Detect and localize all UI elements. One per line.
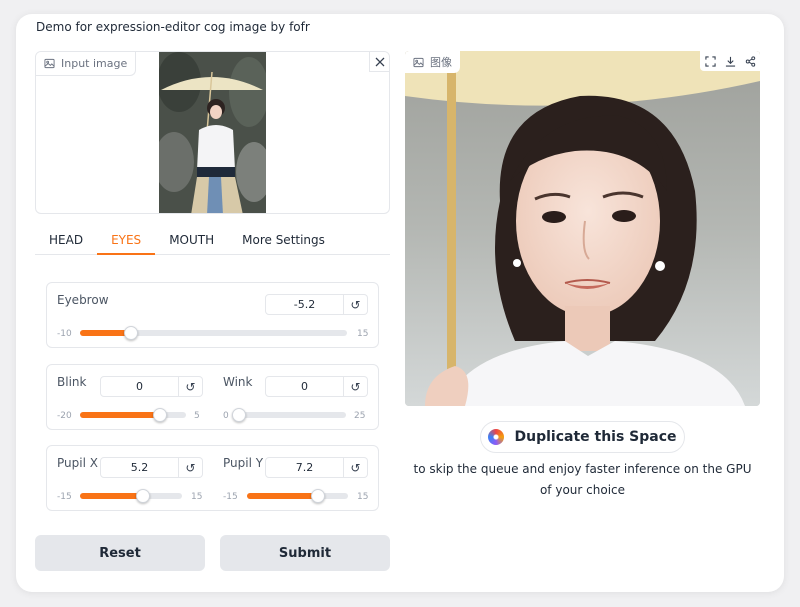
woman-umbrella-thumbnail	[159, 52, 266, 213]
pupil-x-number-input[interactable]: 5.2	[100, 457, 179, 478]
reset-button[interactable]: Reset	[35, 535, 205, 571]
pupil-x-max-label: 15	[191, 492, 203, 502]
close-icon	[375, 57, 384, 66]
pupil-y-label: Pupil Y	[223, 456, 264, 470]
reset-icon: ↺	[185, 460, 196, 475]
clear-image-button[interactable]	[369, 52, 389, 72]
blink-label: Blink	[57, 375, 87, 389]
reset-icon: ↺	[185, 379, 196, 394]
eyebrow-reset-button[interactable]: ↺	[344, 294, 368, 315]
tab-bar: HEAD EYES MOUTH More Settings	[35, 228, 390, 255]
input-image-label: Input image	[36, 52, 137, 76]
pupil-y-min-label: -15	[223, 492, 238, 502]
pupil-x-label: Pupil X	[57, 456, 98, 470]
output-toolbar	[700, 51, 760, 71]
blink-wink-group: Blink 0 ↺ -20 5 Wink 0 ↺ 0 25	[46, 364, 379, 430]
download-button[interactable]	[720, 51, 740, 71]
pupil-y-slider-track[interactable]	[247, 489, 348, 503]
fullscreen-button[interactable]	[700, 51, 720, 71]
wink-reset-button[interactable]: ↺	[344, 376, 368, 397]
input-image-label-text: Input image	[61, 57, 128, 70]
share-icon	[745, 55, 755, 67]
wink-number-input[interactable]: 0	[265, 376, 344, 397]
reset-icon: ↺	[350, 379, 361, 394]
pupil-group: Pupil X 5.2 ↺ -15 15 Pupil Y 7.2 ↺ -15 1…	[46, 445, 379, 511]
pupil-x-slider-thumb[interactable]	[136, 489, 151, 503]
duplicate-space-button[interactable]: Duplicate this Space	[480, 421, 685, 453]
wink-label: Wink	[223, 375, 253, 389]
pupil-x-min-label: -15	[57, 492, 72, 502]
eyebrow-label: Eyebrow	[57, 293, 109, 307]
tab-more-settings[interactable]: More Settings	[228, 228, 339, 255]
tab-head[interactable]: HEAD	[35, 228, 97, 255]
woman-portrait-photo	[405, 51, 760, 406]
pupil-y-slider-thumb[interactable]	[310, 489, 325, 503]
output-image-label: 图像	[405, 51, 460, 73]
wink-slider-track[interactable]	[232, 408, 346, 422]
duplicate-space-icon	[488, 429, 505, 445]
duplicate-space-description: to skip the queue and enjoy faster infer…	[413, 462, 752, 497]
eyebrow-min-label: -10	[57, 329, 72, 339]
blink-slider-thumb[interactable]	[152, 408, 167, 422]
duplicate-space-label: Duplicate this Space	[514, 429, 677, 445]
eyebrow-group: Eyebrow -5.2 ↺ -10 15	[46, 282, 379, 348]
blink-number-input[interactable]: 0	[100, 376, 179, 397]
eyebrow-slider-block: Eyebrow -5.2 ↺ -10 15	[57, 293, 369, 343]
input-image-panel[interactable]: Input image	[35, 51, 390, 214]
eyebrow-number-input[interactable]: -5.2	[265, 294, 344, 315]
image-icon	[413, 57, 424, 67]
image-icon	[44, 58, 55, 69]
blink-max-label: 5	[194, 411, 200, 421]
pupil-y-slider-fill	[247, 493, 318, 499]
blink-slider-track[interactable]	[80, 408, 186, 422]
output-image-panel: 图像	[405, 51, 760, 406]
pupil-y-slider-block: Pupil Y 7.2 ↺ -15 15	[223, 456, 368, 506]
input-photo	[159, 52, 266, 213]
pupil-x-reset-button[interactable]: ↺	[179, 457, 203, 478]
blink-min-label: -20	[57, 411, 72, 421]
blink-slider-block: Blink 0 ↺ -20 5	[57, 375, 203, 425]
tab-mouth[interactable]: MOUTH	[155, 228, 228, 255]
eyebrow-slider-thumb[interactable]	[123, 326, 138, 340]
wink-max-label: 25	[354, 411, 366, 421]
pupil-x-slider-fill	[80, 493, 144, 499]
demo-description: Demo for expression-editor cog image by …	[36, 20, 310, 34]
app-card: Demo for expression-editor cog image by …	[16, 14, 784, 592]
share-button[interactable]	[740, 51, 760, 71]
tab-eyes[interactable]: EYES	[97, 228, 156, 255]
wink-min-label: 0	[223, 411, 229, 421]
eyebrow-slider-track[interactable]	[80, 326, 347, 340]
pupil-y-number-input[interactable]: 7.2	[265, 457, 344, 478]
fullscreen-icon	[704, 55, 716, 67]
pupil-x-slider-track[interactable]	[80, 489, 182, 503]
wink-slider-block: Wink 0 ↺ 0 25	[223, 375, 368, 425]
blink-reset-button[interactable]: ↺	[179, 376, 203, 397]
download-icon	[725, 56, 735, 67]
reset-icon: ↺	[350, 460, 361, 475]
blink-slider-fill	[80, 412, 160, 418]
wink-slider-thumb[interactable]	[232, 408, 246, 422]
pupil-y-reset-button[interactable]: ↺	[344, 457, 368, 478]
pupil-x-slider-block: Pupil X 5.2 ↺ -15 15	[57, 456, 203, 506]
reset-icon: ↺	[350, 297, 361, 312]
pupil-y-max-label: 15	[357, 492, 369, 502]
output-image-label-text: 图像	[430, 56, 452, 69]
submit-button[interactable]: Submit	[220, 535, 390, 571]
eyebrow-max-label: 15	[357, 329, 369, 339]
